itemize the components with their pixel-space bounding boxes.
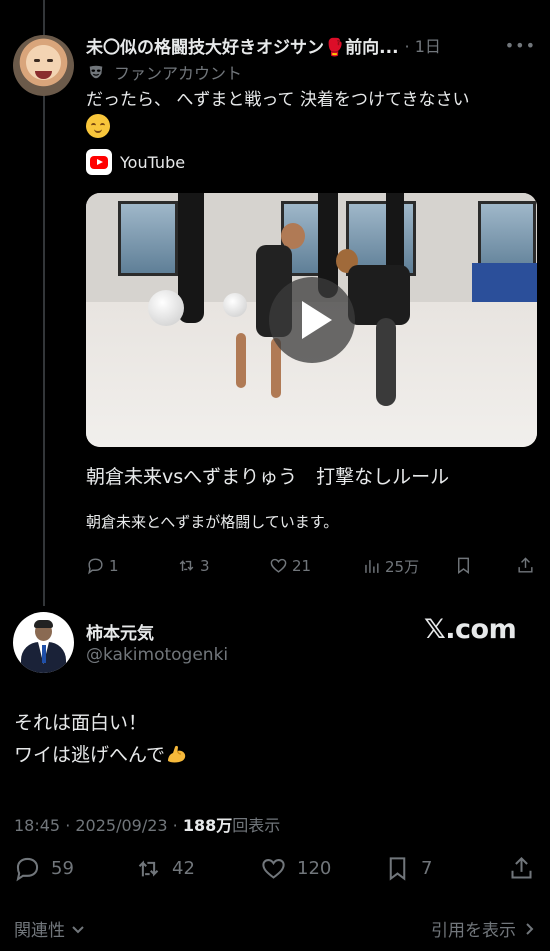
author-name[interactable]: 未〇似の格闘技大好きオジサン🥊前向... (86, 33, 399, 58)
bookmark-button[interactable]: 7 (384, 855, 432, 882)
share-button[interactable] (508, 855, 535, 882)
flexed-biceps-emoji-icon (165, 742, 189, 766)
repost-count: 42 (172, 858, 195, 879)
sort-relevance-dropdown[interactable]: 関連性 (14, 916, 85, 941)
fighter-leg (376, 318, 396, 406)
bookmark-button[interactable] (454, 556, 473, 575)
author-handle[interactable]: @kakimotogenki (86, 645, 228, 665)
reply-text: だったら、 へずまと戦って 決着をつけてきなさい (86, 87, 536, 142)
share-icon (518, 557, 533, 573)
post-time[interactable]: 18:45 (14, 816, 60, 835)
footer-bar: 関連性 引用を表示 (14, 916, 536, 941)
bookmark-icon (389, 857, 406, 881)
like-count: 21 (292, 556, 312, 575)
x-com-watermark: 𝕏.com (424, 614, 517, 645)
relieved-face-emoji-icon (86, 114, 110, 138)
youtube-label: YouTube (120, 152, 186, 172)
video-window (118, 201, 178, 276)
video-play-button[interactable] (269, 277, 355, 363)
bookmark-count: 7 (421, 858, 433, 879)
view-quotes-link[interactable]: 引用を表示 (431, 916, 536, 941)
meta-separator: · (60, 816, 76, 835)
avatar-tie (41, 645, 46, 663)
avatar-eye (47, 59, 53, 62)
avatar[interactable] (13, 612, 74, 673)
mask-icon (86, 62, 106, 82)
tweet-text-line: ワイは逃げへんで (14, 744, 166, 766)
reply-button[interactable]: 59 (14, 855, 74, 882)
reply-icon (88, 558, 103, 575)
exercise-ball (148, 290, 184, 326)
post-date[interactable]: 2025/09/23 (75, 816, 167, 835)
views-button[interactable]: 25万 (362, 556, 419, 577)
reply-header: 未〇似の格闘技大好きオジサン🥊前向... · 1日 ••• (86, 33, 536, 58)
bookmark-icon (458, 557, 469, 575)
card-title[interactable]: 朝倉未来vsへずまりゅう 打撃なしルール (86, 462, 546, 489)
fan-account-label: ファンアカウント (86, 60, 242, 84)
post-meta: 18:45 · 2025/09/23 · 188万回表示 (14, 812, 280, 836)
more-options-icon[interactable]: ••• (505, 36, 536, 55)
post-time[interactable]: · 1日 (405, 33, 441, 57)
reply-count: 1 (109, 556, 119, 575)
youtube-icon (86, 149, 112, 175)
view-count-label: 回表示 (232, 816, 281, 835)
view-count: 188万 (182, 816, 233, 835)
fighter-body (348, 265, 410, 325)
share-button[interactable] (516, 556, 535, 575)
repost-icon (138, 860, 159, 877)
reply-count: 59 (51, 858, 74, 879)
reply-action-bar: 1 3 21 25万 (86, 556, 536, 580)
heart-icon (262, 859, 285, 879)
views-chart-icon (365, 560, 379, 573)
video-thumbnail[interactable] (86, 193, 537, 447)
reply-text-body: だったら、 へずまと戦って 決着をつけてきなさい (86, 90, 470, 110)
author-name[interactable]: 柿本元気 (86, 619, 154, 644)
like-count: 120 (297, 858, 332, 879)
avatar-hair (34, 620, 53, 628)
exercise-ball (223, 293, 247, 317)
reply-button[interactable]: 1 (86, 556, 119, 575)
chevron-down-icon (72, 925, 84, 933)
repost-button[interactable]: 42 (135, 855, 195, 882)
heart-icon (270, 558, 287, 573)
sub-label-text: ファンアカウント (114, 64, 243, 83)
share-icon (511, 856, 532, 879)
card-description: 朝倉未来とへずまが格闘しています。 (86, 513, 339, 531)
fighter-leg (236, 333, 246, 388)
main-action-bar: 59 42 120 7 (14, 855, 536, 887)
repost-icon (179, 559, 194, 572)
like-button[interactable]: 120 (260, 855, 331, 882)
reply-icon (16, 857, 39, 882)
like-button[interactable]: 21 (269, 556, 311, 575)
avatar[interactable] (13, 35, 74, 96)
view-quotes-label: 引用を表示 (431, 921, 516, 941)
chevron-right-icon (526, 922, 534, 935)
avatar-eye (34, 59, 40, 62)
meta-separator: · (167, 816, 183, 835)
repost-button[interactable]: 3 (177, 556, 210, 575)
avatar-mouth (35, 71, 52, 79)
main-tweet-text: それは面白い！ ワイは逃げへんで (14, 707, 189, 771)
tweet-text-line: それは面白い！ (14, 712, 148, 734)
sort-label: 関連性 (14, 921, 65, 941)
view-count: 25万 (385, 558, 420, 576)
post-time-value: 1日 (414, 37, 441, 56)
repost-count: 3 (200, 556, 210, 575)
youtube-source[interactable]: YouTube (86, 149, 185, 175)
